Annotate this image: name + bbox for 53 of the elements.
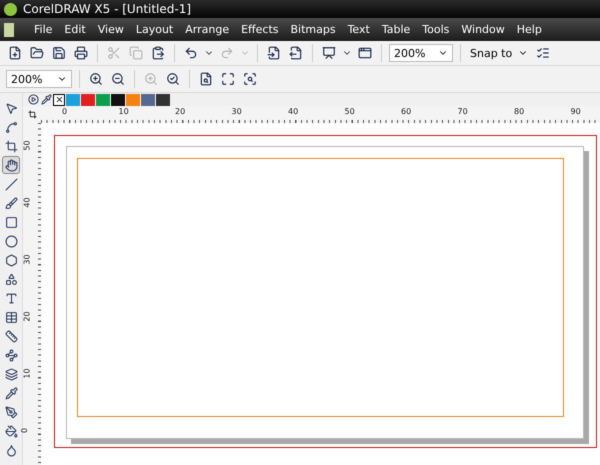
menu-item[interactable]: Window bbox=[455, 23, 511, 36]
zoom-dropdown[interactable]: 200% bbox=[389, 44, 453, 62]
ruler-label: 0 bbox=[62, 107, 68, 116]
zoom-out-icon[interactable] bbox=[109, 70, 127, 88]
ruler-label: 60 bbox=[401, 107, 412, 116]
ruler-label: 10 bbox=[118, 107, 129, 116]
color-swatch[interactable] bbox=[96, 94, 110, 106]
ruler-label: 20 bbox=[175, 107, 186, 116]
save-icon[interactable] bbox=[50, 44, 68, 62]
app-logo-icon bbox=[4, 2, 17, 16]
ruler-label: 40 bbox=[288, 107, 298, 116]
menu-item[interactable]: File bbox=[28, 23, 58, 36]
color-swatch[interactable] bbox=[111, 94, 125, 106]
ruler-label: 80 bbox=[514, 107, 524, 116]
zoom-all-icon[interactable] bbox=[164, 70, 182, 88]
color-swatch[interactable] bbox=[141, 94, 155, 106]
menu-item[interactable]: Table bbox=[376, 23, 416, 36]
printer-icon[interactable] bbox=[72, 44, 90, 62]
fit-height-icon[interactable] bbox=[241, 70, 259, 88]
zoom-in-icon[interactable] bbox=[87, 70, 105, 88]
no-color-swatch[interactable] bbox=[53, 94, 65, 106]
ruler-label: 30 bbox=[232, 107, 242, 116]
menu-item[interactable]: View bbox=[92, 23, 130, 36]
document-icon[interactable] bbox=[4, 22, 14, 36]
color-swatch[interactable] bbox=[156, 94, 170, 106]
ruler-label: 90 bbox=[570, 107, 581, 116]
snap-to-button[interactable]: Snap to bbox=[468, 46, 530, 60]
color-swatch[interactable] bbox=[126, 94, 140, 106]
ruler-label: 10 bbox=[22, 368, 32, 379]
menu-item[interactable]: Text bbox=[342, 23, 376, 36]
window-title: CorelDRAW X5 - [Untitled-1] bbox=[23, 2, 192, 16]
ruler-label: 70 bbox=[458, 107, 468, 116]
menu-item[interactable]: Help bbox=[510, 23, 548, 36]
menu-item[interactable]: Arrange bbox=[179, 23, 236, 36]
eyedropper-icon[interactable] bbox=[40, 94, 52, 106]
ruler-label: 40 bbox=[22, 197, 32, 208]
menu-item[interactable]: Bitmaps bbox=[284, 23, 342, 36]
zoom-dropdown[interactable]: 200% bbox=[6, 70, 72, 88]
menu-item[interactable]: Effects bbox=[235, 23, 284, 36]
hand-icon[interactable] bbox=[2, 156, 20, 174]
menu-item[interactable]: Layout bbox=[130, 23, 180, 36]
flyout-icon[interactable] bbox=[27, 94, 39, 106]
ruler-label: 50 bbox=[344, 107, 355, 116]
ruler-label: 50 bbox=[22, 140, 32, 151]
ruler-label: 30 bbox=[22, 254, 32, 265]
color-swatch[interactable] bbox=[81, 94, 95, 106]
menu-item[interactable]: Edit bbox=[58, 23, 92, 36]
menu-item[interactable]: Tools bbox=[416, 23, 456, 36]
fit-width-icon[interactable] bbox=[219, 70, 237, 88]
ruler-label: 20 bbox=[22, 311, 32, 322]
ruler-label: 0 bbox=[20, 428, 30, 434]
screen-icon[interactable] bbox=[320, 44, 338, 62]
color-swatch[interactable] bbox=[66, 94, 80, 106]
